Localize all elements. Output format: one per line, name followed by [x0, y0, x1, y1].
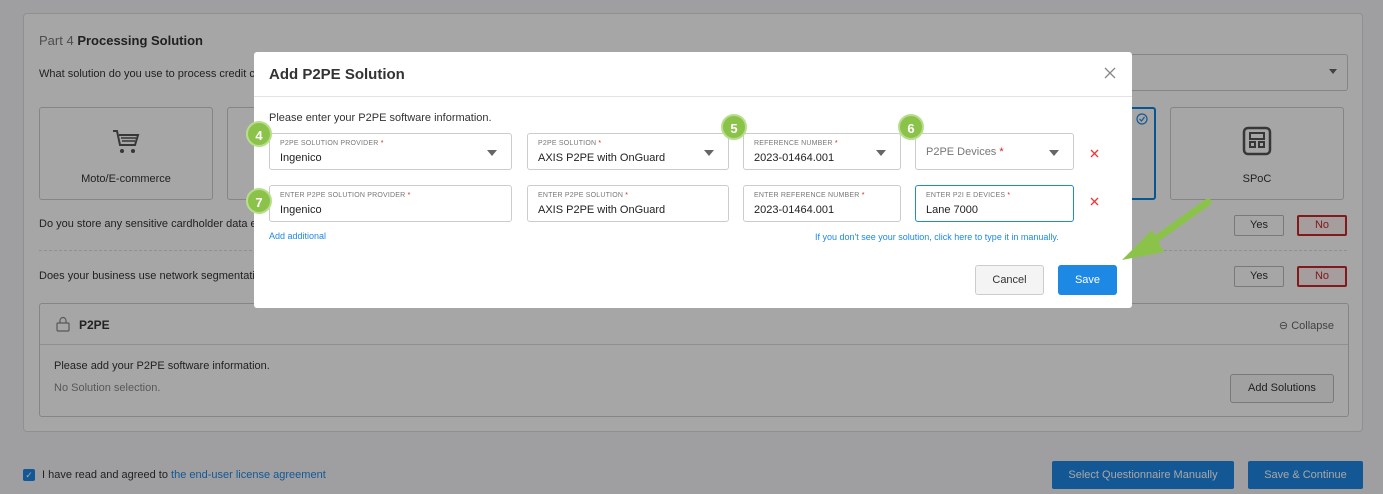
annotation-arrow	[1122, 198, 1212, 260]
